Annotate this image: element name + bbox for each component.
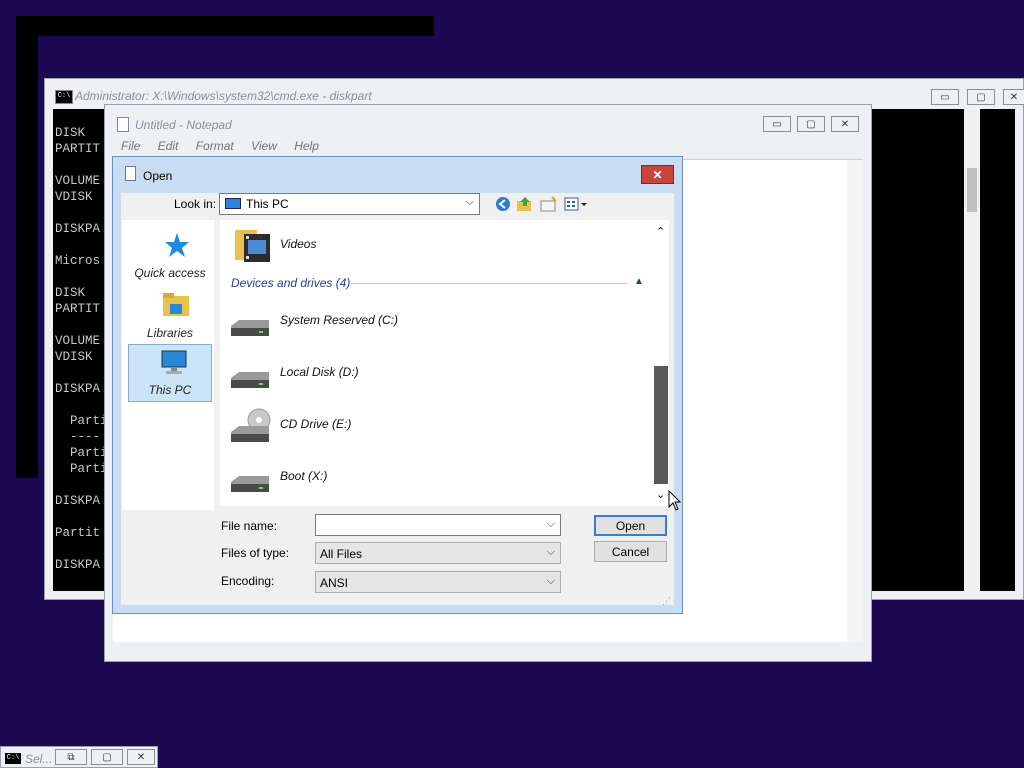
notepad-icon (117, 117, 129, 132)
notepad-maximize-button[interactable]: ▢ (797, 116, 825, 132)
file-type-label: Files of type: (221, 546, 290, 560)
encoding-label: Encoding: (221, 574, 275, 588)
look-in-dropdown[interactable]: This PC ⌵ (219, 193, 480, 215)
open-dialog-title: Open (143, 169, 173, 183)
chevron-down-icon: ⌵ (546, 546, 555, 558)
file-type-value: All Files (320, 547, 363, 561)
encoding-value: ANSI (320, 576, 349, 590)
open-dialog-titlebar[interactable]: Open ✕ (113, 157, 682, 193)
view-menu-icon[interactable] (564, 195, 588, 213)
minimized-cmd-window[interactable]: C:\ Sel... ⧉ ▢ ✕ (0, 746, 158, 768)
group-divider (351, 283, 627, 284)
close-button[interactable]: ✕ (127, 749, 155, 765)
dialog-frame-right (674, 193, 682, 613)
dialog-frame-left (113, 193, 121, 613)
cmd-title: Administrator: X:\Windows\system32\cmd.e… (75, 89, 372, 103)
menu-format[interactable]: Format (196, 139, 234, 153)
chevron-up-icon[interactable]: ⌃ (656, 225, 665, 238)
look-in-value: This PC (246, 197, 289, 211)
back-icon[interactable] (494, 195, 512, 213)
dialog-frame-bottom (113, 605, 682, 613)
chevron-up-icon[interactable]: ▲ (634, 276, 644, 287)
libraries-icon (163, 293, 189, 316)
hard-drive-icon (231, 320, 269, 336)
cmd-output-text: DISK PARTIT VOLUME VDISK DISKPA Micros D… (55, 126, 108, 572)
item-label: CD Drive (E:) (280, 417, 352, 431)
cmd-minimize-button[interactable]: ▭ (931, 89, 959, 105)
file-name-field[interactable]: ⌵ (315, 514, 561, 536)
file-list[interactable]: Videos Devices and drives (4) ▲ System R… (220, 220, 669, 506)
place-this-pc[interactable]: This PC (128, 344, 212, 402)
places-bar: Quick access Libraries This PC (122, 220, 214, 510)
cmd-scrollbar[interactable] (964, 108, 980, 592)
cmd-scroll-thumb[interactable] (967, 168, 977, 212)
notepad-scrollbar[interactable] (847, 160, 863, 642)
notepad-minimize-button[interactable]: ▭ (763, 116, 791, 132)
group-header[interactable]: Devices and drives (4) (231, 276, 350, 290)
up-folder-icon[interactable] (516, 195, 534, 213)
minimized-window-title: Sel... (25, 752, 53, 766)
notepad-close-button[interactable]: ✕ (831, 116, 859, 132)
videos-folder-icon (235, 230, 270, 262)
maximize-button[interactable]: ▢ (91, 749, 123, 765)
look-in-label: Look in: (174, 197, 217, 211)
item-label: Local Disk (D:) (280, 365, 359, 379)
menu-edit[interactable]: Edit (158, 139, 179, 153)
hard-drive-icon (231, 476, 269, 492)
encoding-dropdown[interactable]: ANSI ⌵ (315, 571, 561, 593)
resize-grip-icon[interactable]: ⋰ (662, 596, 671, 607)
mouse-cursor-icon (668, 490, 682, 511)
file-list-scrollbar[interactable]: ⌃ ⌄ (653, 220, 669, 506)
open-button[interactable]: Open (594, 515, 667, 536)
cancel-button[interactable]: Cancel (594, 541, 667, 562)
file-type-dropdown[interactable]: All Files ⌵ (315, 542, 561, 564)
notepad-title: Untitled - Notepad (135, 118, 232, 132)
cmd-maximize-button[interactable]: ▢ (967, 89, 995, 105)
star-icon (165, 233, 189, 257)
place-label: This PC (148, 383, 192, 397)
cmd-close-button[interactable]: ✕ (1003, 89, 1024, 105)
file-list-scroll-thumb[interactable] (654, 366, 668, 484)
item-label: System Reserved (C:) (280, 313, 399, 327)
item-label: Boot (X:) (280, 469, 328, 483)
place-libraries[interactable]: Libraries (128, 288, 212, 344)
chevron-down-icon[interactable]: ⌄ (656, 488, 665, 501)
file-name-label: File name: (221, 519, 278, 533)
computer-icon (161, 350, 187, 374)
open-dialog-close-button[interactable]: ✕ (641, 165, 674, 184)
chevron-down-icon: ⌵ (546, 575, 555, 587)
place-quick-access[interactable]: Quick access (128, 228, 212, 284)
new-folder-icon[interactable] (540, 195, 558, 213)
cd-drive-icon (231, 408, 271, 442)
menu-view[interactable]: View (251, 139, 277, 153)
cmd-icon: C:\ (5, 753, 21, 764)
computer-icon (225, 198, 241, 209)
cmd-icon: C:\ (55, 90, 73, 104)
notepad-icon (125, 166, 136, 181)
chevron-down-icon[interactable]: ⌵ (547, 518, 555, 531)
chevron-down-icon: ⌵ (465, 196, 474, 208)
place-label: Libraries (146, 326, 194, 340)
menu-help[interactable]: Help (294, 139, 319, 153)
place-label: Quick access (134, 266, 206, 280)
menu-file[interactable]: File (121, 139, 140, 153)
hard-drive-icon (231, 372, 269, 388)
notepad-menubar: File Edit Format View Help (121, 139, 333, 153)
restore-button[interactable]: ⧉ (55, 749, 87, 765)
item-label: Videos (280, 237, 317, 251)
